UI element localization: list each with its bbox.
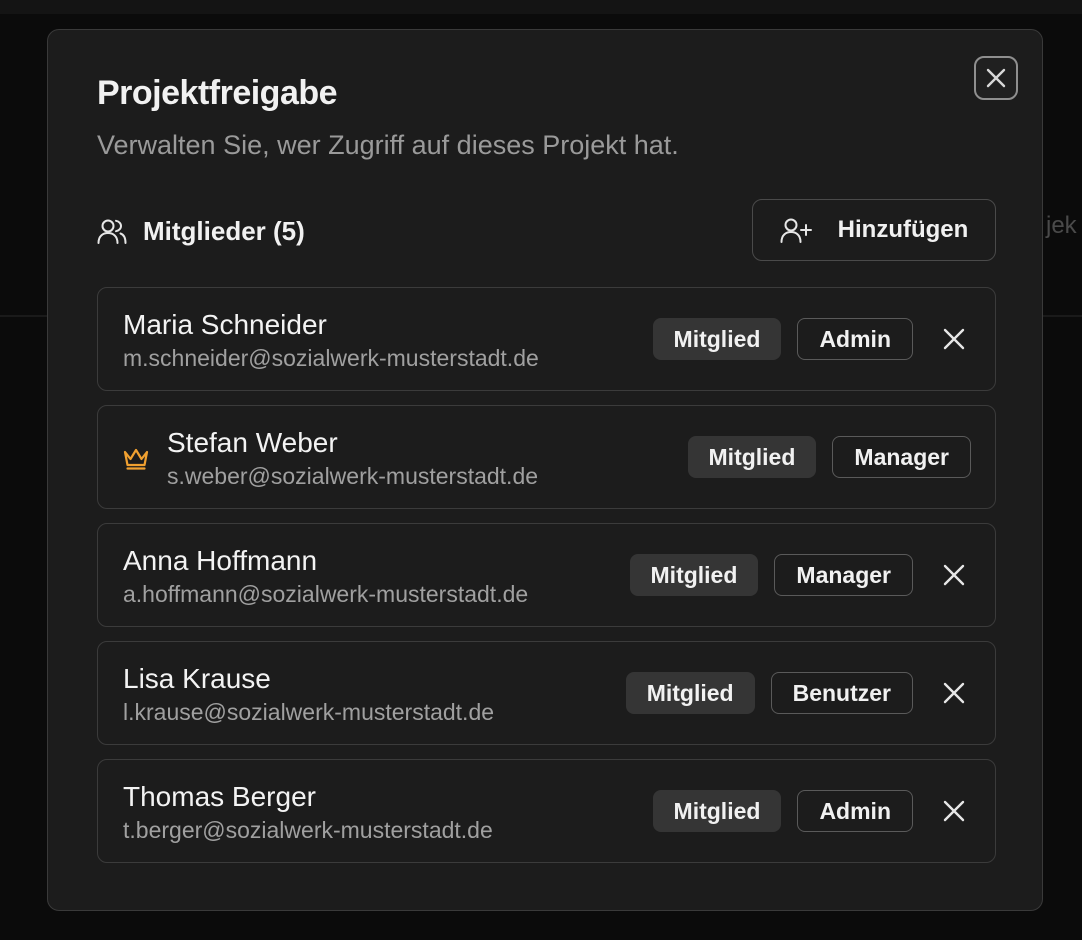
member-list: Maria Schneider m.schneider@sozialwerk-m… [97,287,996,877]
member-name: Thomas Berger [123,781,316,812]
member-card: Lisa Krause l.krause@sozialwerk-musterst… [97,641,996,745]
member-info: Anna Hoffmann a.hoffmann@sozialwerk-must… [123,544,528,608]
close-button[interactable] [974,56,1018,100]
close-icon [943,564,965,586]
add-member-button[interactable]: Hinzufügen [752,199,996,261]
member-info: Lisa Krause l.krause@sozialwerk-musterst… [123,662,494,726]
dialog-title: Projektfreigabe [97,74,338,112]
status-badge: Mitglied [629,554,759,596]
user-plus-icon [780,218,812,243]
member-info: Stefan Weber s.weber@sozialwerk-musterst… [167,426,538,490]
role-select[interactable]: Admin [797,318,913,360]
status-badge: Mitglied [652,790,782,832]
remove-member-button[interactable] [937,676,971,710]
member-actions: Mitglied Admin [652,790,971,832]
member-email: a.hoffmann@sozialwerk-musterstadt.de [123,581,529,607]
member-actions: Mitglied Manager [687,436,971,478]
role-select[interactable]: Manager [832,436,971,478]
member-email: m.schneider@sozialwerk-musterstadt.de [123,345,539,371]
status-badge: Mitglied [687,436,817,478]
role-select[interactable]: Benutzer [770,672,913,714]
member-email: l.krause@sozialwerk-musterstadt.de [123,699,495,725]
member-card: Maria Schneider m.schneider@sozialwerk-m… [97,287,996,391]
member-actions: Mitglied Benutzer [625,672,971,714]
member-card: Anna Hoffmann a.hoffmann@sozialwerk-must… [97,523,996,627]
member-name: Stefan Weber [167,427,338,458]
close-icon [943,800,965,822]
members-heading: Mitglieder (5) [143,215,305,246]
member-info: Thomas Berger t.berger@sozialwerk-muster… [123,780,493,844]
member-email: t.berger@sozialwerk-musterstadt.de [123,817,493,843]
dialog-subtitle: Verwalten Sie, wer Zugriff auf dieses Pr… [97,130,679,160]
role-select[interactable]: Manager [774,554,913,596]
remove-member-button[interactable] [937,558,971,592]
close-icon [943,328,965,350]
close-icon [943,682,965,704]
status-badge: Mitglied [652,318,782,360]
remove-member-button[interactable] [937,794,971,828]
members-header: Mitglieder (5) [97,214,305,248]
member-actions: Mitglied Admin [652,318,971,360]
role-select[interactable]: Admin [797,790,913,832]
add-member-label: Hinzufügen [837,216,969,243]
member-name: Maria Schneider [123,309,327,340]
member-card: Stefan Weber s.weber@sozialwerk-musterst… [97,405,996,509]
share-project-dialog: Projektfreigabe Verwalten Sie, wer Zugri… [47,29,1043,911]
member-email: s.weber@sozialwerk-musterstadt.de [167,463,539,489]
users-icon [97,219,127,244]
member-card: Thomas Berger t.berger@sozialwerk-muster… [97,759,996,863]
close-icon [986,68,1006,88]
member-name: Lisa Krause [123,663,271,694]
member-actions: Mitglied Manager [629,554,971,596]
background-peek-text: jek [1046,212,1077,239]
background-header-band [0,0,1082,14]
crown-icon [123,448,149,470]
member-name: Anna Hoffmann [123,545,318,576]
remove-member-button[interactable] [937,322,971,356]
status-badge: Mitglied [625,672,755,714]
member-info: Maria Schneider m.schneider@sozialwerk-m… [123,308,539,372]
